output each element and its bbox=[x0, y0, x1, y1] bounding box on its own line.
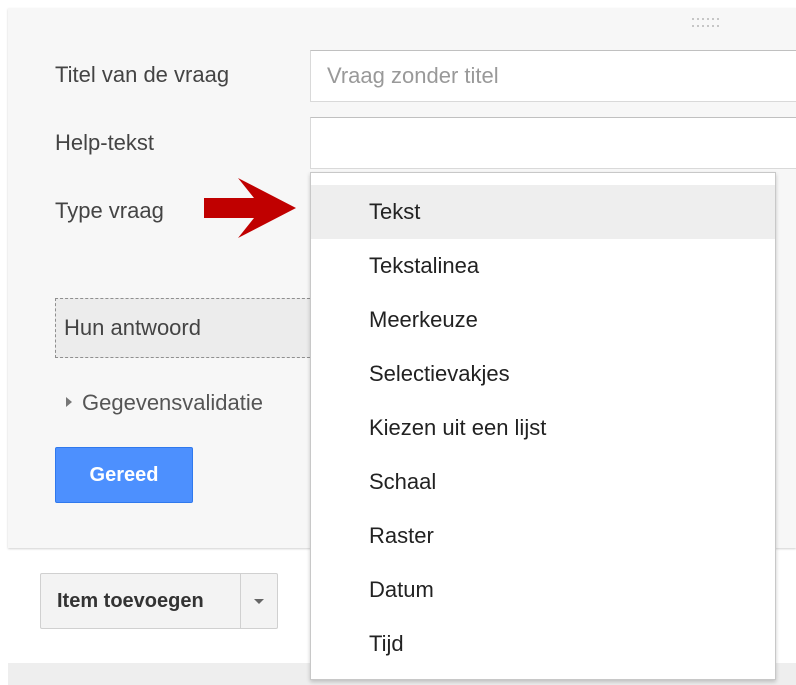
menu-item-tekstalinea[interactable]: Tekstalinea bbox=[311, 239, 775, 293]
help-text-input[interactable] bbox=[310, 117, 796, 169]
menu-item-schaal[interactable]: Schaal bbox=[311, 455, 775, 509]
data-validation-toggle[interactable]: Gegevensvalidatie bbox=[66, 390, 263, 416]
menu-item-kiezen-uit-lijst[interactable]: Kiezen uit een lijst bbox=[311, 401, 775, 455]
menu-item-selectievakjes[interactable]: Selectievakjes bbox=[311, 347, 775, 401]
done-button[interactable]: Gereed bbox=[55, 447, 193, 503]
expand-triangle-icon bbox=[66, 397, 72, 408]
menu-item-meerkeuze[interactable]: Meerkeuze bbox=[311, 293, 775, 347]
answer-preview: Hun antwoord bbox=[55, 298, 315, 358]
menu-item-datum[interactable]: Datum bbox=[311, 563, 775, 617]
dropdown-caret-icon bbox=[254, 598, 264, 604]
drag-handle-icon[interactable] bbox=[692, 18, 728, 28]
question-type-label: Type vraag bbox=[55, 198, 164, 223]
data-validation-label: Gegevensvalidatie bbox=[82, 390, 264, 415]
help-text-label: Help-tekst bbox=[55, 130, 155, 155]
menu-item-raster[interactable]: Raster bbox=[311, 509, 775, 563]
add-item-button[interactable]: Item toevoegen bbox=[40, 573, 278, 629]
add-item-label[interactable]: Item toevoegen bbox=[41, 574, 241, 628]
question-title-input[interactable]: Vraag zonder titel bbox=[310, 50, 796, 102]
question-title-label: Titel van de vraag bbox=[55, 62, 230, 87]
add-item-dropdown[interactable] bbox=[241, 574, 277, 628]
annotation-arrow-icon bbox=[204, 178, 296, 238]
question-type-dropdown-menu: Tekst Tekstalinea Meerkeuze Selectievakj… bbox=[310, 172, 776, 680]
menu-item-tijd[interactable]: Tijd bbox=[311, 617, 775, 671]
menu-item-tekst[interactable]: Tekst bbox=[311, 185, 775, 239]
